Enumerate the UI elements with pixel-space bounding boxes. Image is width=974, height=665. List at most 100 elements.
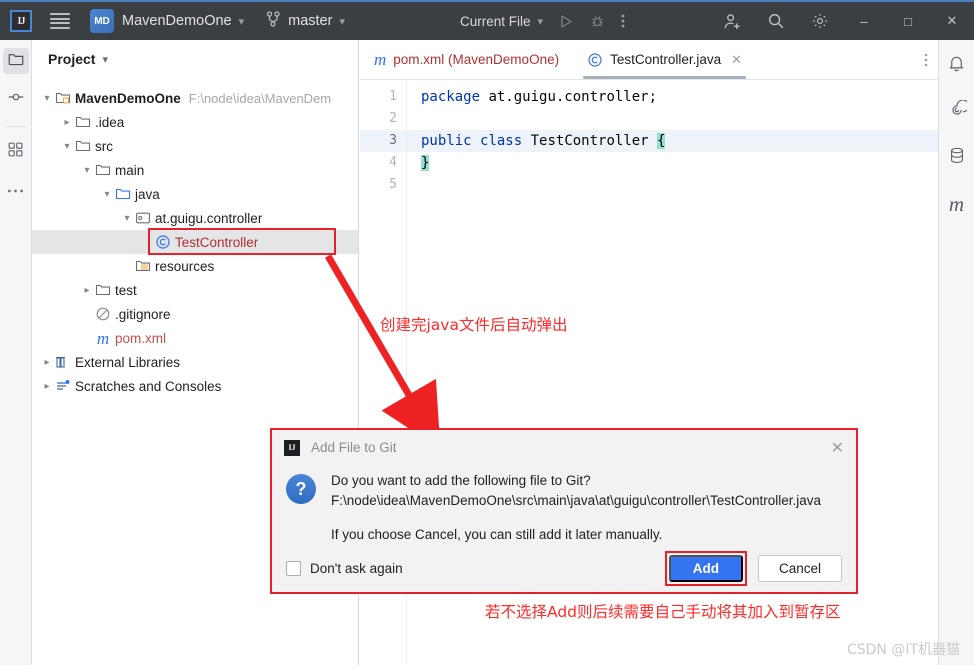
code-line[interactable] — [407, 108, 938, 130]
hamburger-menu-icon[interactable] — [50, 13, 70, 29]
tree-node-external-libraries[interactable]: ▸ External Libraries — [32, 350, 358, 374]
chevron-right-icon[interactable]: ▸ — [40, 357, 54, 368]
sidebar-item-ai-assistant[interactable] — [943, 98, 971, 126]
chevron-down-icon[interactable]: ▾ — [60, 141, 74, 152]
tree-node--gitignore[interactable]: .gitignore — [32, 302, 358, 326]
code-line[interactable]: public class TestController { — [407, 130, 938, 152]
line-number: 1 — [389, 89, 397, 104]
tree-node-pom-xml[interactable]: m pom.xml — [32, 326, 358, 350]
spiral-icon — [947, 98, 969, 125]
page-title: Project — [48, 51, 96, 67]
tree-node-main[interactable]: ▾ main — [32, 158, 358, 182]
gear-icon[interactable] — [798, 1, 842, 41]
tree-node-scratches-and-consoles[interactable]: ▸ Scratches and Consoles — [32, 374, 358, 398]
run-configuration-selector[interactable]: Current File — [460, 14, 531, 29]
add-user-icon[interactable] — [710, 1, 754, 41]
code-line[interactable]: } — [407, 152, 938, 174]
chevron-down-icon[interactable]: ▾ — [40, 93, 54, 104]
sidebar-item-commit[interactable] — [3, 86, 29, 112]
tree-node-src[interactable]: ▾ src — [32, 134, 358, 158]
project-name-label[interactable]: MavenDemoOne — [122, 13, 232, 29]
dialog-message-spacer — [331, 511, 821, 525]
tree-node-label: src — [95, 138, 113, 154]
tree-node-label: at.guigu.controller — [155, 210, 263, 226]
more-vertical-icon[interactable] — [621, 13, 625, 29]
minimize-button[interactable]: – — [842, 1, 886, 41]
chevron-down-icon[interactable]: ▾ — [100, 189, 114, 200]
tree-node--idea[interactable]: ▸ .idea — [32, 110, 358, 134]
git-branch-label[interactable]: master — [288, 13, 332, 29]
editor-tab-more-icon[interactable] — [924, 40, 928, 80]
chevron-right-icon[interactable]: ▸ — [80, 285, 94, 296]
tree-node-path: F:\node\idea\MavenDem — [188, 90, 332, 106]
editor-tab-testcontroller-java[interactable]: TestController.java ✕ — [573, 40, 756, 79]
sidebar-item-more[interactable] — [3, 177, 29, 203]
sidebar-item-notifications[interactable] — [943, 52, 971, 80]
tree-node-label: main — [115, 162, 145, 178]
tree-node-test[interactable]: ▸ test — [32, 278, 358, 302]
project-panel-header: Project ▾ — [32, 40, 358, 78]
project-badge[interactable]: MD — [90, 9, 114, 33]
dialog-body: ? Do you want to add the following file … — [272, 465, 856, 545]
dialog-title-bar: IJ Add File to Git ✕ — [272, 430, 856, 465]
dont-ask-again-checkbox[interactable]: Don't ask again — [286, 561, 403, 577]
sidebar-item-maven[interactable]: m — [943, 190, 971, 218]
project-tree[interactable]: ▾ MavenDemoOne F:\node\idea\MavenDem ▸ .idea… — [32, 78, 358, 398]
close-button[interactable]: ✕ — [930, 1, 974, 41]
chevron-down-icon[interactable]: ▾ — [80, 165, 94, 176]
run-config-chevron-down-icon[interactable]: ▾ — [538, 15, 544, 28]
libraries-icon — [54, 354, 72, 370]
chevron-down-icon[interactable]: ▾ — [120, 213, 134, 224]
search-icon[interactable] — [754, 1, 798, 41]
maximize-button[interactable]: □ — [886, 1, 930, 41]
cancel-button[interactable]: Cancel — [757, 555, 842, 583]
chevron-right-icon[interactable]: ▸ — [40, 381, 54, 392]
close-icon[interactable]: ✕ — [731, 52, 742, 68]
tree-node-mavendemoone[interactable]: ▾ MavenDemoOne F:\node\idea\MavenDem — [32, 86, 358, 110]
tree-node-at-guigu-controller[interactable]: ▾ at.guigu.controller — [32, 206, 358, 230]
right-tool-strip: m — [938, 40, 974, 665]
editor-tab-pom-xml-mavendemoone-[interactable]: m pom.xml (MavenDemoOne) — [360, 40, 573, 79]
package-icon — [134, 210, 152, 226]
branch-chevron-down-icon[interactable]: ▾ — [339, 15, 345, 28]
dialog-message-line-2: F:\node\idea\MavenDemoOne\src\main\java\… — [331, 493, 821, 509]
chevron-right-icon[interactable]: ▸ — [60, 117, 74, 128]
sidebar-item-structure[interactable] — [3, 139, 29, 165]
add-button[interactable]: Add — [668, 555, 743, 583]
debug-bug-icon[interactable] — [590, 14, 605, 29]
tree-node-label: External Libraries — [75, 354, 181, 370]
line-number: 2 — [389, 111, 397, 126]
checkbox-box-icon[interactable] — [286, 561, 301, 577]
line-number: 3 — [360, 130, 406, 152]
maven-m-icon: m — [948, 191, 965, 216]
java-class-icon — [154, 234, 172, 250]
line-number: 4 — [389, 155, 397, 170]
intellij-logo-icon[interactable]: IJ — [10, 10, 32, 32]
run-widget: Current File ▾ — [460, 13, 625, 29]
tree-node-label: test — [115, 282, 137, 298]
add-file-to-git-dialog: IJ Add File to Git ✕ ? Do you want to ad… — [270, 428, 858, 594]
code-line[interactable]: package at.guigu.controller; — [407, 86, 938, 108]
tree-node-testcontroller[interactable]: TestController — [32, 230, 358, 254]
tree-node-java[interactable]: ▾ java — [32, 182, 358, 206]
code-token: at.guigu.controller; — [480, 89, 658, 105]
title-bar-right-group: – □ ✕ — [710, 1, 974, 41]
source-folder-icon — [114, 186, 132, 202]
editor-tab-bar[interactable]: m pom.xml (MavenDemoOne) TestController.ja… — [360, 40, 938, 80]
maven-m-icon: m — [374, 50, 387, 69]
folder-icon — [94, 162, 112, 178]
sidebar-item-database[interactable] — [943, 144, 971, 172]
watermark: CSDN @IT机器猫 — [846, 642, 960, 658]
dialog-close-icon[interactable]: ✕ — [831, 438, 844, 458]
run-play-icon[interactable] — [559, 14, 574, 29]
tree-node-label: .gitignore — [115, 306, 171, 322]
dialog-message-line-3: If you choose Cancel, you can still add … — [331, 527, 663, 543]
sidebar-item-project[interactable] — [2, 48, 29, 74]
project-view-chevron-down-icon[interactable]: ▾ — [102, 53, 108, 66]
code-token: public — [421, 133, 472, 149]
annotation-note-bottom: 若不选择Add则后续需要自己手动将其加入到暂存区 — [485, 603, 841, 621]
tree-node-resources[interactable]: resources — [32, 254, 358, 278]
code-line[interactable] — [407, 174, 938, 196]
chevron-down-icon[interactable]: ▾ — [239, 15, 245, 28]
